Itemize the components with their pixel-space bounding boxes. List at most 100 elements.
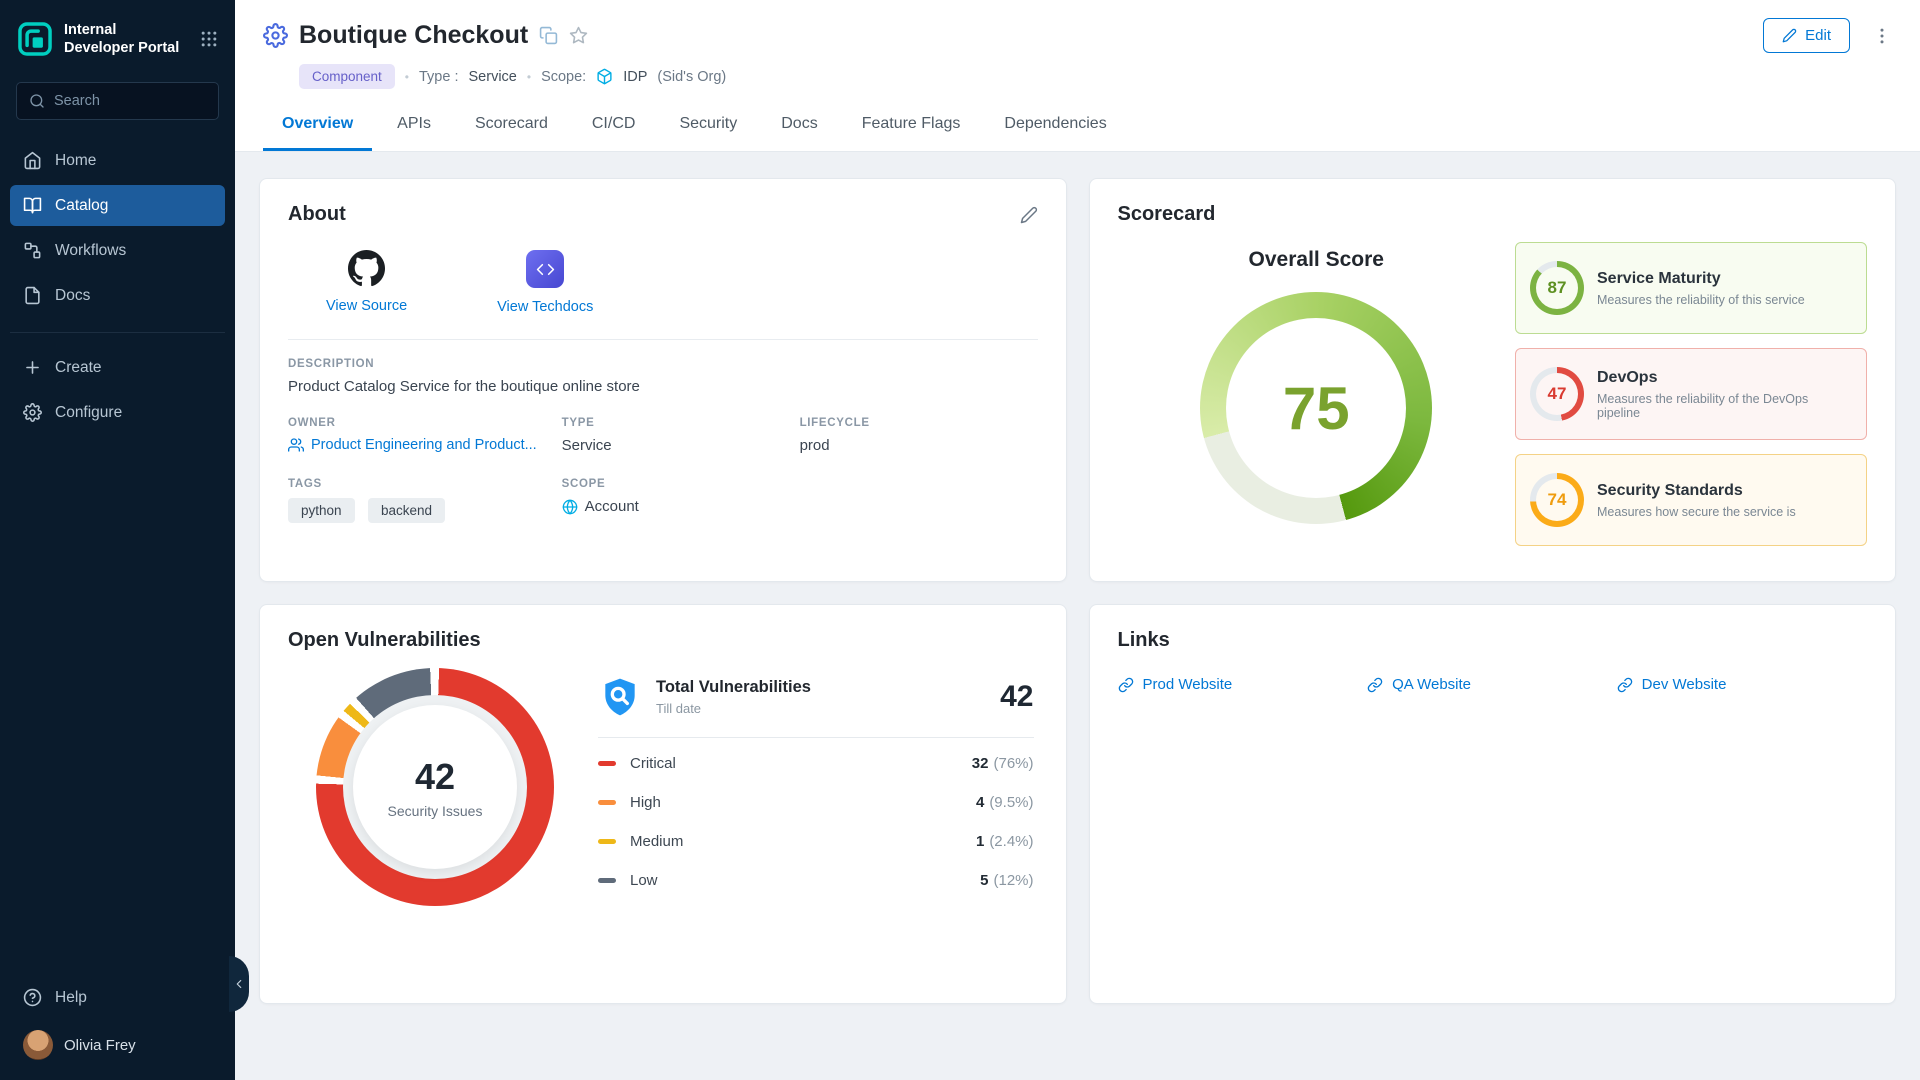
description-label: DESCRIPTION <box>288 358 1038 370</box>
techdocs-icon <box>526 250 564 288</box>
divider <box>288 339 1038 340</box>
score-desc: Measures the reliability of the DevOps p… <box>1597 392 1852 420</box>
about-title: About <box>288 203 346 226</box>
link-icon <box>1617 677 1633 693</box>
copy-icon[interactable] <box>539 26 558 45</box>
score-ring: 87 <box>1530 261 1584 315</box>
view-techdocs-link[interactable]: View Techdocs <box>497 250 593 315</box>
sidebar-item-docs[interactable]: Docs <box>10 275 225 316</box>
link-dev-website[interactable]: Dev Website <box>1617 676 1867 693</box>
severity-row-critical: Critical 32(76%) <box>598 744 1034 783</box>
lifecycle-value: prod <box>800 437 1038 454</box>
scope-org: (Sid's Org) <box>657 69 726 85</box>
sidebar-item-workflows[interactable]: Workflows <box>10 230 225 271</box>
scorecard-item-devops[interactable]: 47 DevOps Measures the reliability of th… <box>1515 348 1867 440</box>
sidebar-item-catalog[interactable]: Catalog <box>10 185 225 226</box>
apps-grid-icon[interactable] <box>199 29 219 49</box>
severity-label: Medium <box>630 833 683 850</box>
tab-apis[interactable]: APIs <box>378 102 450 151</box>
link-qa-website[interactable]: QA Website <box>1367 676 1617 693</box>
divider <box>598 737 1034 738</box>
tag-backend[interactable]: backend <box>368 498 445 523</box>
tab-scorecard[interactable]: Scorecard <box>456 102 567 151</box>
sidebar-item-label: Help <box>55 989 87 1007</box>
portal-logo-title: Internal Developer Portal <box>64 21 179 57</box>
links-title: Links <box>1118 629 1170 652</box>
tab-feature-flags[interactable]: Feature Flags <box>843 102 980 151</box>
scope-box-icon <box>596 68 613 85</box>
link-prod-website[interactable]: Prod Website <box>1118 676 1368 693</box>
tab-cicd[interactable]: CI/CD <box>573 102 655 151</box>
severity-label: High <box>630 794 661 811</box>
tab-dependencies[interactable]: Dependencies <box>985 102 1125 151</box>
sidebar-item-configure[interactable]: Configure <box>10 392 225 433</box>
severity-label: Critical <box>630 755 676 772</box>
tags-label: TAGS <box>288 478 562 490</box>
scorecard-item-security-standards[interactable]: 74 Security Standards Measures how secur… <box>1515 454 1867 546</box>
tab-docs[interactable]: Docs <box>762 102 836 151</box>
help-icon <box>23 988 42 1007</box>
more-menu-icon[interactable] <box>1872 26 1892 46</box>
vulnerabilities-title: Open Vulnerabilities <box>288 629 481 652</box>
owner-link[interactable]: Product Engineering and Product... <box>288 437 538 453</box>
sidebar-item-label: Home <box>55 152 96 170</box>
search-input[interactable] <box>54 93 206 109</box>
sidebar-item-label: Configure <box>55 404 122 422</box>
github-icon <box>348 250 385 287</box>
links-card: Links Prod Website QA Website Dev Websit… <box>1089 604 1897 1004</box>
severity-row-medium: Medium 1(2.4%) <box>598 822 1034 861</box>
owner-label: OWNER <box>288 417 562 429</box>
overall-score-value: 75 <box>1283 374 1350 443</box>
severity-dash <box>598 761 616 766</box>
sidebar-item-label: Docs <box>55 287 90 305</box>
sidebar-secondary-nav: Create Configure <box>10 332 225 433</box>
tag-python[interactable]: python <box>288 498 355 523</box>
sidebar-nav: Home Catalog Workflows Docs <box>0 140 235 316</box>
view-source-link[interactable]: View Source <box>326 250 407 315</box>
star-icon[interactable] <box>569 26 588 45</box>
severity-count: 4 <box>976 794 984 811</box>
total-vulnerabilities: Total Vulnerabilities Till date 42 <box>598 675 1034 719</box>
type-field-value: Service <box>562 437 800 454</box>
tab-overview[interactable]: Overview <box>263 102 372 151</box>
user-name: Olivia Frey <box>64 1037 136 1054</box>
severity-count: 5 <box>980 872 988 889</box>
scope-field-label: SCOPE <box>562 478 800 490</box>
about-edit-icon[interactable] <box>1020 206 1038 224</box>
content-area: About View Source View Techdocs DESCRIPT… <box>235 152 1920 1080</box>
type-value: Service <box>469 69 517 85</box>
vuln-donut-label: Security Issues <box>388 803 483 819</box>
sidebar-item-create[interactable]: Create <box>10 347 225 388</box>
about-card: About View Source View Techdocs DESCRIPT… <box>259 178 1067 582</box>
sidebar-item-help[interactable]: Help <box>10 977 225 1018</box>
sidebar-item-home[interactable]: Home <box>10 140 225 181</box>
sidebar-search[interactable] <box>16 82 219 120</box>
score-desc: Measures how secure the service is <box>1597 505 1796 519</box>
total-value: 42 <box>1000 680 1033 714</box>
severity-dash <box>598 878 616 883</box>
home-icon <box>23 151 42 170</box>
scope-field-value: Account <box>562 498 800 515</box>
tab-security[interactable]: Security <box>660 102 756 151</box>
scorecard-card: Scorecard Overall Score 75 87 <box>1089 178 1897 582</box>
score-name: Service Maturity <box>1597 270 1805 288</box>
link-icon <box>1367 677 1383 693</box>
sidebar-item-label: Catalog <box>55 197 108 215</box>
portal-logo-icon <box>16 20 54 58</box>
lifecycle-label: LIFECYCLE <box>800 417 1038 429</box>
severity-row-low: Low 5(12%) <box>598 861 1034 900</box>
page-header: Boutique Checkout Edit Component • Type … <box>235 0 1920 152</box>
overall-donut: 75 <box>1200 292 1432 524</box>
user-menu[interactable]: Olivia Frey <box>10 1018 225 1064</box>
avatar <box>23 1030 53 1060</box>
workflows-icon <box>23 241 42 260</box>
search-icon <box>29 93 45 109</box>
breadcrumb: Component • Type : Service • Scope: IDP … <box>299 64 1892 89</box>
description-value: Product Catalog Service for the boutique… <box>288 378 1038 395</box>
scorecard-item-service-maturity[interactable]: 87 Service Maturity Measures the reliabi… <box>1515 242 1867 334</box>
users-icon <box>288 437 304 453</box>
vulnerabilities-card: Open Vulnerabilities 42 Security Issues <box>259 604 1067 1004</box>
score-name: Security Standards <box>1597 482 1796 500</box>
edit-button[interactable]: Edit <box>1763 18 1850 53</box>
severity-pct: (12%) <box>993 872 1033 889</box>
